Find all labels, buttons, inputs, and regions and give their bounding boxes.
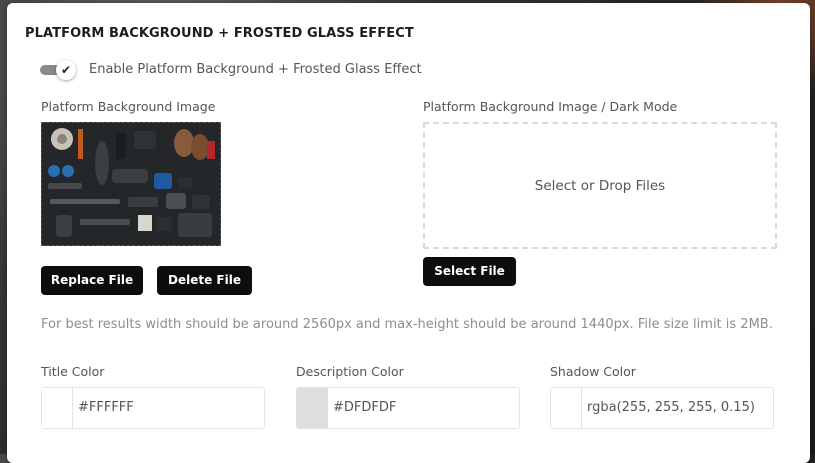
title-color-label: Title Color <box>41 364 105 379</box>
description-color-swatch[interactable] <box>297 388 328 428</box>
dark-mode-image-label: Platform Background Image / Dark Mode <box>423 99 678 114</box>
section-title: PLATFORM BACKGROUND + FROSTED GLASS EFFE… <box>25 26 414 41</box>
shadow-color-value: rgba(255, 255, 255, 0.15) <box>587 400 755 415</box>
replace-file-button[interactable]: Replace File <box>41 266 143 295</box>
title-color-swatch[interactable] <box>42 388 73 428</box>
toggle-label: Enable Platform Background + Frosted Gla… <box>89 62 422 77</box>
delete-file-button[interactable]: Delete File <box>157 266 252 295</box>
check-icon: ✔ <box>56 60 76 80</box>
file-dropzone[interactable]: Select or Drop Files <box>423 122 777 249</box>
select-file-button[interactable]: Select File <box>423 257 516 286</box>
title-color-value: #FFFFFF <box>78 400 134 415</box>
background-image-label: Platform Background Image <box>41 99 216 114</box>
dropzone-text: Select or Drop Files <box>534 178 666 194</box>
shadow-color-swatch[interactable] <box>551 388 582 428</box>
background-image-preview <box>41 122 221 246</box>
settings-card: PLATFORM BACKGROUND + FROSTED GLASS EFFE… <box>7 3 810 463</box>
title-color-field[interactable]: #FFFFFF <box>41 387 265 429</box>
description-color-label: Description Color <box>296 364 404 379</box>
shadow-color-field[interactable]: rgba(255, 255, 255, 0.15) <box>550 387 774 429</box>
shadow-color-label: Shadow Color <box>550 364 636 379</box>
description-color-field[interactable]: #DFDFDF <box>296 387 520 429</box>
description-color-value: #DFDFDF <box>333 400 397 415</box>
frosted-glass-toggle[interactable]: ✔ <box>40 59 80 81</box>
help-text: For best results width should be around … <box>41 317 773 332</box>
